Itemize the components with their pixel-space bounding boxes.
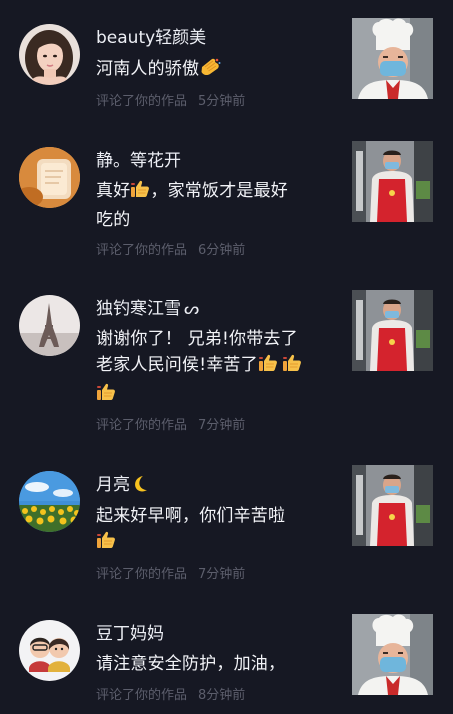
comment-text: 谢谢你了！ 兄弟!你带去了 老家人民问侯!幸苦了: [96, 326, 340, 410]
username-text: 月亮: [96, 475, 130, 495]
username-symbol: ᔕ: [184, 299, 200, 319]
comment-line: 起来好早啊，你们辛苦啦: [96, 506, 286, 526]
action-text: 评论了你的作品: [96, 418, 188, 433]
username[interactable]: beauty轻颜美: [96, 27, 206, 49]
notification-item[interactable]: 豆丁妈妈 请注意安全防护，加油， 评论了你的作品 8分钟前: [0, 600, 453, 714]
comment-text-part: 老家人民问侯!幸苦了: [96, 355, 258, 375]
sunflower-field-avatar[interactable]: [19, 471, 80, 532]
comment-line: 谢谢你了！ 兄弟!你带去了: [96, 329, 298, 349]
comment-line: 请注意安全防护，加油，: [96, 654, 286, 674]
cartoon-couple-avatar[interactable]: [19, 620, 80, 681]
chef-with-mask-thumbnail[interactable]: [352, 18, 433, 99]
action-text: 评论了你的作品: [96, 688, 188, 703]
comment-line: [96, 529, 340, 558]
comment-line: 吃的: [96, 210, 131, 230]
action-text: 评论了你的作品: [96, 243, 188, 258]
comment-meta: 评论了你的作品 7分钟前: [96, 567, 245, 583]
comment-text: 起来好早啊，你们辛苦啦: [96, 503, 340, 558]
comment-meta: 评论了你的作品 5分钟前: [96, 94, 245, 110]
username[interactable]: 豆丁妈妈: [96, 623, 164, 645]
comment-text: 请注意安全防护，加油，: [96, 651, 340, 677]
thumbs-up-emoji-icon: [130, 179, 150, 207]
thumbs-up-emoji-icon: [282, 353, 302, 381]
timestamp: 5分钟前: [198, 94, 246, 109]
comment-line: 真好 ，家常饭才是最好: [96, 178, 340, 207]
notification-item[interactable]: 静。等花开 真好 ，家常饭才是最好 吃的 评论了你的作品 6分钟前: [0, 130, 453, 280]
comment-text-part: 河南人的骄傲: [96, 59, 200, 79]
timestamp: 8分钟前: [198, 688, 246, 703]
notification-item[interactable]: 月亮 起来好早啊，你们辛苦啦 评论了你的作品 7分钟前: [0, 450, 453, 600]
thumbs-up-emoji-icon: [96, 530, 116, 558]
eiffel-tower-avatar[interactable]: [19, 295, 80, 356]
timestamp: 6分钟前: [198, 243, 246, 258]
comment-meta: 评论了你的作品 8分钟前: [96, 688, 245, 704]
username[interactable]: 独钓寒江雪 ᔕ: [96, 298, 199, 320]
notification-item[interactable]: 独钓寒江雪 ᔕ 谢谢你了！ 兄弟!你带去了 老家人民问侯!幸苦了 评论了你的作品 7…: [0, 280, 453, 450]
comment-text-part: ，家常饭才是最好: [150, 181, 289, 201]
woman-portrait-avatar[interactable]: [19, 24, 80, 85]
thumbs-up-emoji-icon: [258, 353, 278, 381]
comment-meta: 评论了你的作品 6分钟前: [96, 243, 245, 259]
username[interactable]: 月亮: [96, 474, 150, 499]
username[interactable]: 静。等花开: [96, 150, 181, 172]
action-text: 评论了你的作品: [96, 567, 188, 582]
chef-with-mask-thumbnail[interactable]: [352, 614, 433, 695]
comment-text-part: 真好: [96, 181, 131, 201]
username-text: 独钓寒江雪: [96, 299, 181, 319]
bread-toast-avatar[interactable]: [19, 147, 80, 208]
notification-item[interactable]: beauty轻颜美 河南人的骄傲 评论了你的作品 5分钟前: [0, 0, 453, 130]
timestamp: 7分钟前: [198, 567, 246, 582]
comment-line: 老家人民问侯!幸苦了: [96, 352, 340, 381]
comment-meta: 评论了你的作品 7分钟前: [96, 418, 245, 434]
comment-line: [96, 381, 340, 410]
comment-text: 真好 ，家常饭才是最好 吃的: [96, 178, 340, 233]
applause-emoji-icon: [199, 57, 221, 85]
timestamp: 7分钟前: [198, 418, 246, 433]
cook-red-apron-thumbnail[interactable]: [352, 290, 433, 371]
crescent-moon-emoji-icon: [132, 475, 150, 499]
cook-red-apron-thumbnail[interactable]: [352, 465, 433, 546]
cook-red-apron-thumbnail[interactable]: [352, 141, 433, 222]
comment-text: 河南人的骄傲: [96, 56, 340, 85]
thumbs-up-emoji-icon: [96, 382, 116, 410]
action-text: 评论了你的作品: [96, 94, 188, 109]
